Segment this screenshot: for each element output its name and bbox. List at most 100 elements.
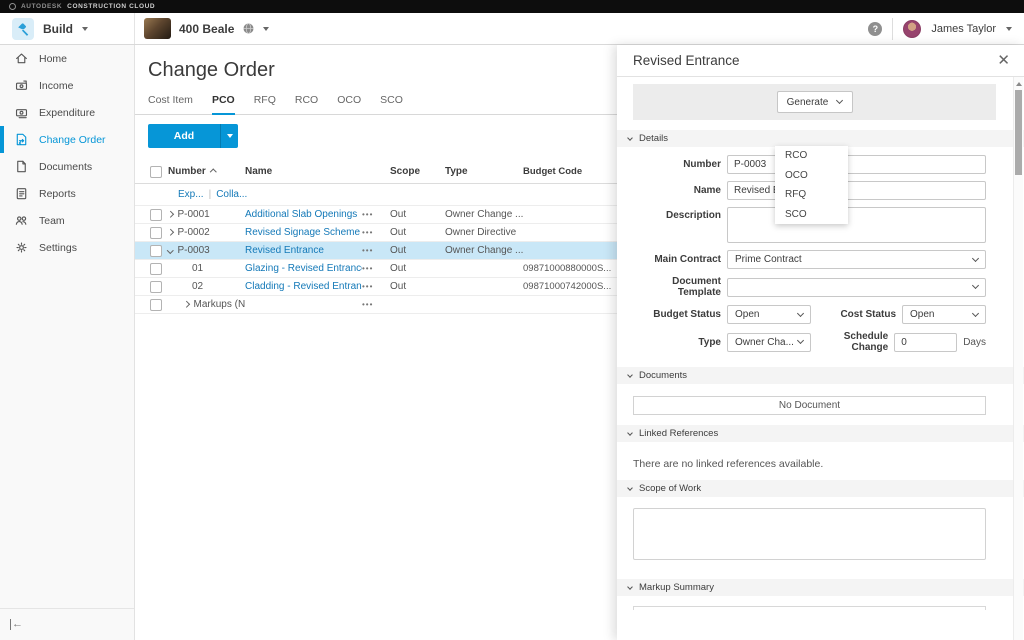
column-header-number[interactable]: Number <box>162 166 245 177</box>
generate-button[interactable]: Generate <box>777 91 853 113</box>
field-label-number: Number <box>633 159 721 170</box>
collapse-sidebar-icon[interactable]: ← <box>10 619 23 630</box>
chevron-down-icon[interactable] <box>167 247 173 253</box>
number-field[interactable] <box>727 155 986 174</box>
row-checkbox[interactable] <box>150 299 162 311</box>
change-order-icon <box>14 132 29 147</box>
column-header-scope[interactable]: Scope <box>390 166 445 177</box>
sidebar-item-label: Expenditure <box>39 107 95 119</box>
sidebar-item-home[interactable]: Home <box>0 45 134 72</box>
section-documents[interactable]: Documents <box>617 367 1024 384</box>
row-name-link[interactable]: Glazing - Revised Entrance <box>245 263 362 274</box>
user-menu-caret-icon[interactable] <box>1006 27 1012 31</box>
sidebar-item-label: Team <box>39 215 65 227</box>
collapse-all-link[interactable]: Colla... <box>216 189 247 200</box>
field-label-description: Description <box>633 207 721 221</box>
section-scope-of-work[interactable]: Scope of Work <box>617 480 1024 497</box>
chevron-down-icon <box>627 584 633 590</box>
sidebar-item-settings[interactable]: Settings <box>0 234 134 261</box>
scope-of-work-field[interactable] <box>633 508 986 560</box>
expand-all-link[interactable]: Exp... <box>178 189 204 200</box>
menu-item-rfq[interactable]: RFQ <box>775 185 848 205</box>
add-button[interactable]: Add <box>148 124 238 148</box>
row-name-link[interactable]: Cladding - Revised Entrance <box>245 281 362 292</box>
app-switcher[interactable]: Build <box>0 13 135 44</box>
select-all-checkbox[interactable] <box>150 166 162 178</box>
user-name[interactable]: James Taylor <box>931 23 996 35</box>
app-window: AUTODESK CONSTRUCTION CLOUD Build 400 Be… <box>0 0 1024 640</box>
cost-status-select[interactable]: Open <box>902 305 986 324</box>
sidebar-item-change-order[interactable]: Change Order <box>0 126 134 153</box>
schedule-change-field[interactable] <box>894 333 957 352</box>
row-name-link[interactable]: Revised Signage Scheme <box>245 227 360 238</box>
chevron-right-icon[interactable] <box>183 301 189 307</box>
sidebar-footer: ← <box>0 608 134 640</box>
panel-scrollbar-thumb[interactable] <box>1015 90 1022 175</box>
row-menu-icon[interactable]: ••• <box>362 264 390 273</box>
sidebar-item-income[interactable]: Income <box>0 72 134 99</box>
section-details[interactable]: Details <box>617 130 1024 147</box>
sidebar-item-documents[interactable]: Documents <box>0 153 134 180</box>
row-checkbox[interactable] <box>150 281 162 293</box>
column-header-budget-code[interactable]: Budget Code <box>523 166 617 177</box>
add-button-caret[interactable] <box>220 124 238 148</box>
type-select[interactable]: Owner Cha... <box>727 333 811 352</box>
appbar-right: ? James Taylor <box>868 18 1024 40</box>
chevron-right-icon[interactable] <box>167 211 173 217</box>
row-checkbox[interactable] <box>150 227 162 239</box>
row-menu-icon[interactable]: ••• <box>362 282 390 291</box>
chevron-down-icon <box>627 430 633 436</box>
sidebar-item-reports[interactable]: Reports <box>0 180 134 207</box>
main-contract-select[interactable]: Prime Contract <box>727 250 986 269</box>
menu-item-oco[interactable]: OCO <box>775 166 848 186</box>
tab-oco[interactable]: OCO <box>337 94 361 114</box>
row-menu-icon[interactable]: ••• <box>362 210 390 219</box>
caret-down-icon <box>227 134 233 138</box>
budget-status-select[interactable]: Open <box>727 305 811 324</box>
field-label-schedule-change: Schedule Change <box>811 331 888 353</box>
panel-scrollbar[interactable] <box>1013 77 1023 640</box>
row-checkbox[interactable] <box>150 209 162 221</box>
name-field[interactable] <box>727 181 986 200</box>
settings-gear-icon <box>14 240 29 255</box>
menu-item-rco[interactable]: RCO <box>775 146 848 166</box>
user-avatar[interactable] <box>903 20 921 38</box>
build-hammer-icon <box>12 18 34 40</box>
section-linked-references[interactable]: Linked References <box>617 425 1024 442</box>
autodesk-logo-icon <box>9 3 16 10</box>
row-menu-icon[interactable]: ••• <box>362 228 390 237</box>
project-selector[interactable]: 400 Beale <box>135 18 269 39</box>
project-thumbnail <box>144 18 171 39</box>
row-name-link[interactable]: Revised Entrance <box>245 245 324 256</box>
tab-rco[interactable]: RCO <box>295 94 318 114</box>
sidebar-item-team[interactable]: Team <box>0 207 134 234</box>
tab-sco[interactable]: SCO <box>380 94 403 114</box>
chevron-right-icon[interactable] <box>167 229 173 235</box>
menu-item-sco[interactable]: SCO <box>775 205 848 225</box>
tab-rfq[interactable]: RFQ <box>254 94 276 114</box>
scroll-up-icon[interactable] <box>1016 82 1022 86</box>
generate-button-label: Generate <box>787 97 829 108</box>
sidebar-item-expenditure[interactable]: Expenditure <box>0 99 134 126</box>
field-label-document-template: Document Template <box>633 276 721 298</box>
description-field[interactable] <box>727 207 986 243</box>
row-name-link[interactable]: Additional Slab Openings <box>245 209 357 220</box>
section-markup-summary[interactable]: Markup Summary <box>617 579 1024 596</box>
row-menu-icon[interactable]: ••• <box>362 300 390 309</box>
help-icon[interactable]: ? <box>868 22 882 36</box>
field-label-main-contract: Main Contract <box>633 254 721 265</box>
close-icon[interactable]: ✕ <box>997 54 1010 68</box>
tab-cost-item[interactable]: Cost Item <box>148 94 193 114</box>
add-button-label[interactable]: Add <box>148 124 220 148</box>
document-template-select[interactable] <box>727 278 986 297</box>
column-header-name[interactable]: Name <box>245 166 362 177</box>
reports-icon <box>14 186 29 201</box>
row-checkbox[interactable] <box>150 263 162 275</box>
schedule-change-suffix: Days <box>963 337 986 348</box>
chevron-down-icon <box>797 309 804 316</box>
column-header-type[interactable]: Type <box>445 166 523 177</box>
row-menu-icon[interactable]: ••• <box>362 246 390 255</box>
tab-pco[interactable]: PCO <box>212 94 235 115</box>
chevron-down-icon <box>972 309 979 316</box>
row-checkbox[interactable] <box>150 245 162 257</box>
